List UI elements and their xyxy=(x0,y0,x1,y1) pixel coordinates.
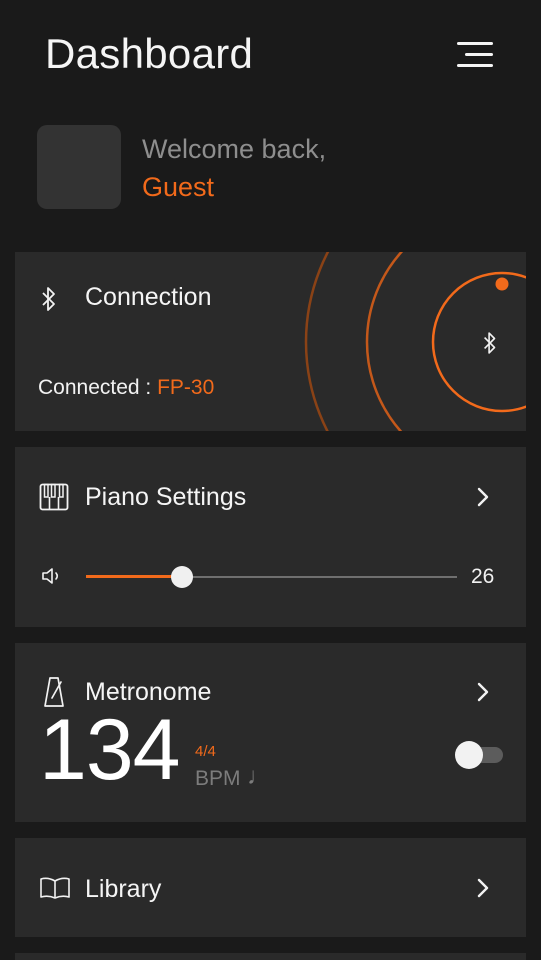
bpm-value[interactable]: 134 xyxy=(39,707,180,793)
library-title: Library xyxy=(85,875,162,903)
welcome-text: Welcome back, xyxy=(142,134,327,164)
menu-line xyxy=(457,42,493,45)
volume-handle[interactable] xyxy=(171,566,194,588)
avatar[interactable] xyxy=(37,125,121,209)
ring-dot xyxy=(495,277,509,291)
quarter-note-icon: ♩ xyxy=(247,763,271,790)
volume-value: 26 xyxy=(471,565,495,588)
user-name[interactable]: Guest xyxy=(142,172,214,203)
bluetooth-icon xyxy=(42,287,55,311)
time-signature[interactable]: 4/4 xyxy=(195,743,216,760)
inner-ring xyxy=(431,271,526,413)
bpm-unit-label: BPM xyxy=(195,767,241,790)
library-card[interactable]: Library xyxy=(15,838,526,937)
metronome-card[interactable]: Metronome 134 4/4 BPM ♩ xyxy=(15,643,526,822)
connected-device-name: FP-30 xyxy=(157,376,215,399)
page-title: Dashboard xyxy=(45,30,254,77)
metronome-toggle[interactable] xyxy=(455,741,505,769)
menu-button[interactable] xyxy=(452,38,496,74)
chevron-right-icon[interactable] xyxy=(476,877,490,899)
volume-slider[interactable] xyxy=(86,557,457,597)
volume-fill xyxy=(86,575,183,578)
connection-rings-graphic xyxy=(304,252,526,431)
piano-settings-title: Piano Settings xyxy=(85,483,247,511)
toggle-knob xyxy=(455,741,483,769)
connection-status-label: Connected : xyxy=(38,376,158,399)
menu-line xyxy=(457,64,493,67)
piano-keys-icon xyxy=(39,483,69,511)
speaker-icon xyxy=(42,568,59,584)
dashboard-screen: Dashboard Welcome back, Guest Connection… xyxy=(0,0,541,960)
piano-settings-card[interactable]: Piano Settings 26 xyxy=(15,447,526,627)
next-card-peek[interactable] xyxy=(15,953,526,960)
menu-line xyxy=(465,53,493,56)
connection-card[interactable]: Connection Connected : FP-30 xyxy=(15,252,526,431)
book-icon xyxy=(40,877,70,899)
bluetooth-status-icon xyxy=(484,332,496,354)
chevron-right-icon[interactable] xyxy=(476,486,490,508)
connection-title: Connection xyxy=(85,283,212,311)
connection-status: Connected : FP-30 xyxy=(38,376,214,400)
chevron-right-icon[interactable] xyxy=(476,681,490,703)
